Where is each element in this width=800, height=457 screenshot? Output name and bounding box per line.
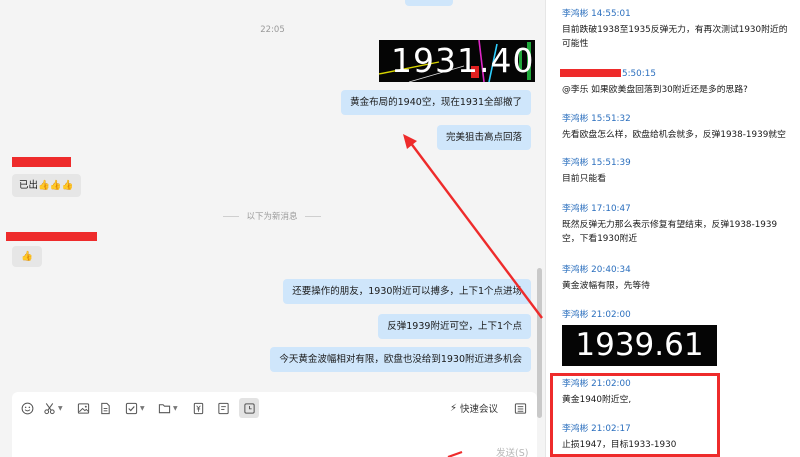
panel-message: 5:50:15 @李乐 如果欧美盘回落到30附近还是多的思路?	[562, 68, 790, 97]
scissors-icon	[44, 402, 55, 414]
reply-text: 已出	[19, 180, 39, 191]
message-text: 目前只能看	[562, 174, 606, 184]
message-text: 目前跌破1938至1935反弹无力，有再次测试1930附近的可能性	[562, 25, 788, 49]
panel-message: 李鸿彬 15:51:32 先看欧盘怎么样，欧盘给机会就多，反弹1938-1939…	[562, 113, 790, 142]
chevron-down-icon[interactable]: ▼	[140, 405, 145, 412]
lightning-icon: ⚡	[450, 402, 458, 414]
chat-scrollbar[interactable]	[537, 268, 542, 418]
panel-message: 李鸿彬 21:02:00	[562, 309, 790, 321]
chat-message-sent: 今天黄金波幅相对有限，欧盘也没给到1930附近进多机会	[270, 347, 531, 372]
message-sender: 李鸿彬 15:51:32	[562, 114, 631, 124]
partial-bubble-top	[405, 0, 453, 6]
message-sender: 李鸿彬 20:40:34	[562, 265, 631, 275]
send-button[interactable]: 发送(S)	[496, 445, 528, 457]
quick-meeting-label: 快速会议	[460, 404, 499, 415]
new-messages-divider: 以下为新消息	[212, 210, 332, 222]
chat-message-sent: 黄金布局的1940空，现在1931全部撤了	[341, 90, 531, 115]
file-button[interactable]	[99, 401, 112, 415]
chat-record-panel: 李鸿彬 14:55:01 目前跌破1938至1935反弹无力，有再次测试1930…	[545, 0, 800, 457]
smiley-icon	[21, 402, 34, 414]
redacted-name-1	[12, 157, 71, 167]
chat-message-sent: 完美狙击高点回落	[436, 125, 531, 150]
panel-message: 李鸿彬 14:55:01 目前跌破1938至1935反弹无力，有再次测试1930…	[562, 8, 790, 51]
note-icon	[218, 402, 229, 414]
schedule-button[interactable]	[239, 398, 259, 418]
panel-message: 李鸿彬 20:40:34 黄金波幅有限，先等待	[562, 264, 790, 293]
thumbs-up-icon: 👍👍👍	[38, 180, 74, 191]
checklist-button[interactable]: ▼	[125, 401, 145, 415]
chevron-down-icon[interactable]: ▼	[173, 405, 178, 412]
panel-message: 李鸿彬 15:51:39 目前只能看	[562, 157, 790, 186]
price-screenshot-1939[interactable]: 1939.61	[562, 325, 717, 366]
redpacket-button[interactable]	[192, 401, 205, 415]
chat-message-received: 已出👍👍👍	[12, 174, 81, 197]
time-separator: 22:05	[260, 25, 285, 35]
thumbs-up-icon: 👍	[21, 251, 33, 262]
history-button[interactable]	[217, 401, 230, 415]
image-icon	[77, 402, 90, 414]
yen-icon	[193, 402, 204, 414]
clock-icon	[243, 402, 255, 414]
checkbox-icon	[125, 402, 138, 414]
chat-window: 22:05 1931.40 黄金布局的1940空，现在1931全部撤了 完美狙击…	[0, 0, 545, 457]
message-sender: 5:50:15	[622, 69, 656, 79]
panel-message: 李鸿彬 17:10:47 既然反弹无力那么表示修复有望结束，反弹1938-193…	[562, 203, 790, 246]
message-list-button[interactable]	[514, 401, 527, 415]
folder-button[interactable]: ▼	[158, 401, 178, 415]
document-icon	[101, 402, 110, 414]
price-text-1931: 1931.40	[391, 41, 535, 80]
message-text: 既然反弹无力那么表示修复有望结束，反弹1938-1939空，下看1930附近	[562, 220, 778, 244]
screenshot-button[interactable]: ▼	[43, 401, 63, 415]
message-sender: 李鸿彬 14:55:01	[562, 9, 631, 19]
folder-icon	[158, 403, 171, 413]
emoji-button[interactable]	[21, 401, 34, 415]
chat-message-sent: 反弹1939附近可空，上下1个点	[378, 314, 531, 339]
message-sender: 李鸿彬 21:02:00	[562, 310, 631, 320]
price-screenshot-1931[interactable]: 1931.40	[379, 40, 535, 82]
redacted-name-2	[6, 232, 97, 241]
message-sender: 李鸿彬 15:51:39	[562, 158, 631, 168]
message-text: 黄金波幅有限，先等待	[562, 281, 650, 291]
message-text: @李乐 如果欧美盘回落到30附近还是多的思路?	[562, 85, 748, 95]
message-composer[interactable]: ▼ ▼ ▼ ⚡ 快速会议 发送(S)	[12, 392, 537, 457]
price-text-1939: 1939.61	[575, 327, 704, 363]
message-text: 先看欧盘怎么样，欧盘给机会就多，反弹1938-1939就空	[562, 130, 786, 140]
annotation-highlight-box	[550, 373, 720, 457]
image-button[interactable]	[77, 401, 90, 415]
chevron-down-icon[interactable]: ▼	[58, 405, 63, 412]
quick-meeting-button[interactable]: ⚡ 快速会议	[450, 401, 499, 416]
chat-message-sent: 还要操作的朋友，1930附近可以搏多，上下1个点进场	[283, 279, 531, 304]
chat-message-received: 👍	[12, 246, 42, 267]
message-sender: 李鸿彬 17:10:47	[562, 204, 631, 214]
list-icon	[514, 402, 527, 414]
